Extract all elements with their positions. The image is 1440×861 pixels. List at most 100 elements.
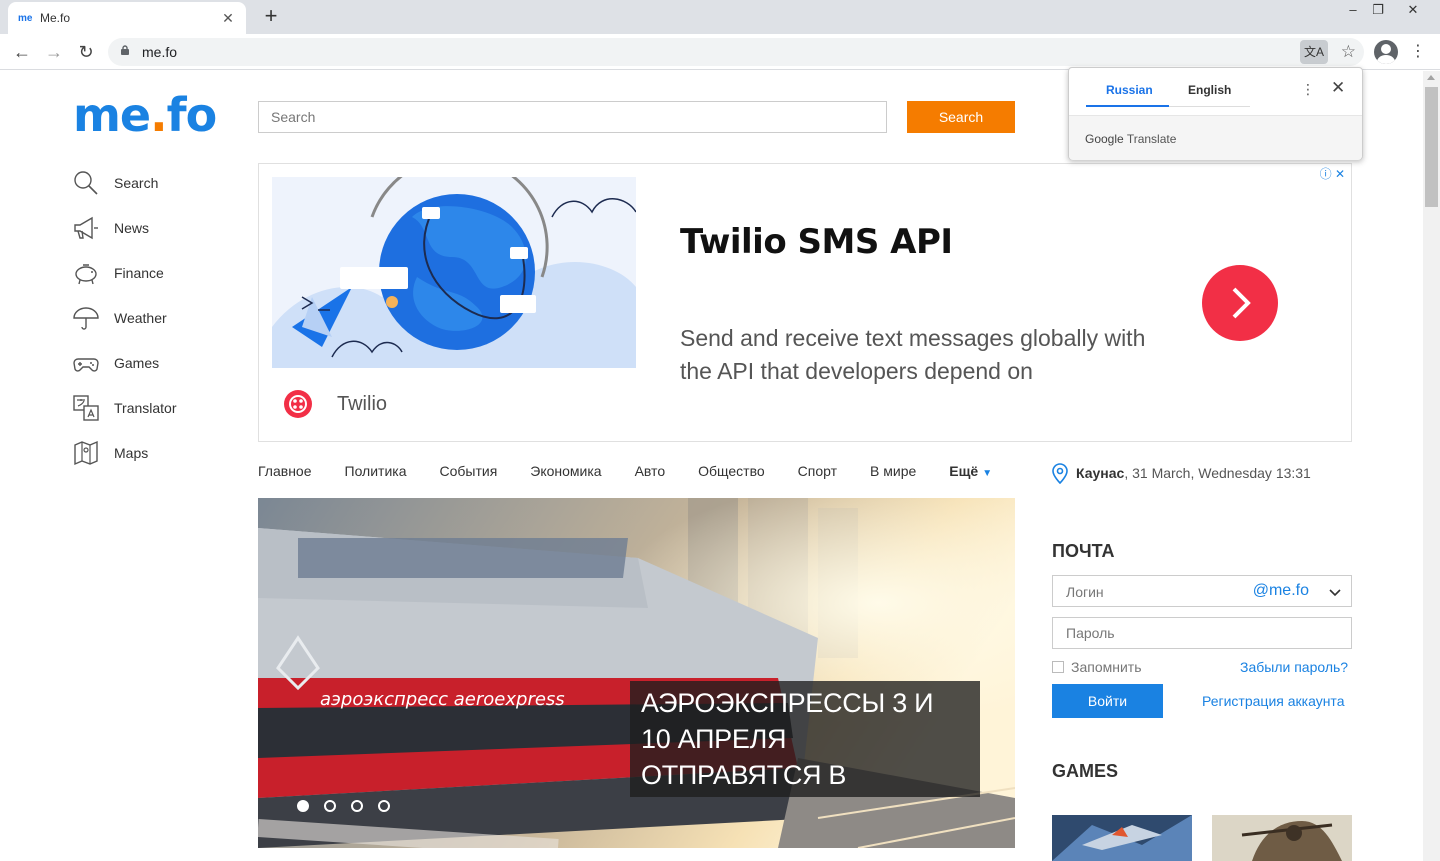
- category-more-label: Ещё: [949, 463, 979, 479]
- category-item[interactable]: Спорт: [798, 463, 837, 479]
- megaphone-icon: [74, 216, 98, 239]
- slider-dot[interactable]: [351, 800, 363, 812]
- translate-close-icon[interactable]: ✕: [1331, 78, 1345, 98]
- category-item[interactable]: Экономика: [530, 463, 601, 479]
- ad-brand-name: Twilio: [337, 393, 388, 415]
- translate-language-tabs: Russian English: [1086, 68, 1250, 107]
- chevron-right-icon: [1232, 287, 1251, 319]
- logo-text-fo: fo: [166, 88, 218, 142]
- scrollbar-thumb[interactable]: [1425, 87, 1438, 207]
- profile-avatar-icon[interactable]: [1374, 40, 1398, 64]
- search-button[interactable]: Search: [907, 101, 1015, 133]
- map-icon: [74, 440, 98, 465]
- ad-arrow-button[interactable]: [1202, 265, 1278, 341]
- category-item[interactable]: Политика: [345, 463, 407, 479]
- login-button[interactable]: Войти: [1052, 684, 1163, 718]
- mail-password-field[interactable]: [1052, 617, 1352, 649]
- address-bar[interactable]: me.fo 文A ☆: [108, 38, 1364, 66]
- brand-google: Google: [1085, 132, 1124, 146]
- bookmark-star-icon[interactable]: ☆: [1341, 40, 1356, 64]
- browser-tab[interactable]: me Me.fo ✕: [8, 2, 246, 34]
- browser-menu-icon[interactable]: ⋮: [1408, 40, 1428, 64]
- location-city[interactable]: Каунас: [1076, 465, 1124, 481]
- twilio-logo-icon: [284, 390, 312, 418]
- category-item[interactable]: Общество: [698, 463, 765, 479]
- slider-dot[interactable]: [324, 800, 336, 812]
- location-pin-icon: [1052, 463, 1068, 484]
- category-item[interactable]: События: [439, 463, 497, 479]
- ad-banner[interactable]: Twilio Twilio SMS API Send and receive t…: [258, 163, 1352, 442]
- remember-label: Запомнить: [1071, 659, 1142, 675]
- register-link[interactable]: Регистрация аккаунта: [1202, 693, 1344, 709]
- translate-icon[interactable]: 文A: [1300, 40, 1328, 64]
- forgot-password-link[interactable]: Забыли пароль?: [1240, 659, 1348, 675]
- category-item[interactable]: Авто: [635, 463, 666, 479]
- url-text: me.fo: [142, 44, 178, 60]
- news-headline[interactable]: АЭРОЭКСПРЕССЫ 3 И 10 АПРЕЛЯ ОТПРАВЯТСЯ В…: [630, 681, 980, 797]
- category-item[interactable]: В мире: [870, 463, 916, 479]
- sidebar-item-translator[interactable]: Translator: [72, 385, 177, 430]
- caret-down-icon: ▼: [982, 468, 993, 479]
- scroll-up-arrow-icon[interactable]: [1427, 75, 1435, 80]
- sidebar-item-finance[interactable]: Finance: [72, 250, 177, 295]
- login-placeholder: Логин: [1066, 584, 1104, 600]
- slider-dot[interactable]: [297, 800, 309, 812]
- logo-dot: .: [150, 88, 168, 142]
- category-item[interactable]: Главное: [258, 463, 312, 479]
- new-tab-plus-icon[interactable]: +: [260, 5, 282, 27]
- ad-title[interactable]: Twilio SMS API: [680, 222, 953, 262]
- sidebar-nav: Search News Finance Weather Games Transl…: [72, 160, 177, 475]
- tab-english[interactable]: English: [1188, 83, 1231, 97]
- search-input[interactable]: [258, 101, 887, 133]
- sidebar-item-news[interactable]: News: [72, 205, 177, 250]
- window-close-icon[interactable]: ✕: [1398, 0, 1428, 20]
- sidebar-item-label: News: [114, 219, 150, 236]
- mail-login-field[interactable]: Логин @me.fo: [1052, 575, 1352, 607]
- translate-icon: [73, 394, 99, 421]
- remember-me-checkbox[interactable]: Запомнить: [1052, 659, 1142, 675]
- checkbox-icon[interactable]: [1052, 661, 1064, 673]
- tab-title: Me.fo: [40, 11, 71, 25]
- mail-section-title: ПОЧТА: [1052, 541, 1115, 561]
- site-logo[interactable]: me.fo: [73, 88, 218, 142]
- piggy-bank-icon: [75, 263, 97, 284]
- sidebar-item-label: Search: [114, 174, 159, 191]
- active-tab-indicator: [1086, 105, 1169, 107]
- games-section-title: GAMES: [1052, 761, 1119, 781]
- translate-footer: Google Translate: [1069, 115, 1362, 160]
- tab-russian[interactable]: Russian: [1106, 83, 1153, 97]
- page-scrollbar[interactable]: [1423, 71, 1440, 861]
- slider-pagination: [297, 800, 405, 812]
- ad-description: Send and receive text messages globally …: [680, 325, 1146, 384]
- category-more-button[interactable]: Ещё ▼: [949, 463, 992, 479]
- slider-dot[interactable]: [378, 800, 390, 812]
- browser-tab-strip: me Me.fo ✕ + – ❐ ✕: [0, 0, 1440, 34]
- sidebar-item-weather[interactable]: Weather: [72, 295, 177, 340]
- tab-close-icon[interactable]: ✕: [220, 10, 236, 27]
- location-datetime: , 31 March, Wednesday 13:31: [1124, 465, 1311, 481]
- restore-icon[interactable]: ❐: [1363, 0, 1393, 20]
- tab-favicon-icon: me: [18, 12, 33, 24]
- game-thumbnail[interactable]: [1052, 815, 1192, 861]
- chevron-down-icon[interactable]: [1327, 584, 1343, 600]
- sidebar-item-maps[interactable]: Maps: [72, 430, 177, 475]
- umbrella-icon: [73, 306, 99, 330]
- back-arrow-icon[interactable]: ←: [10, 40, 34, 64]
- game-thumbnail[interactable]: [1212, 815, 1352, 861]
- train-livery-text: аэроэкспресс aeroexpress: [320, 689, 565, 710]
- sidebar-item-search[interactable]: Search: [72, 160, 177, 205]
- mail-domain-select[interactable]: @me.fo: [1253, 582, 1309, 600]
- sidebar-item-label: Maps: [114, 444, 149, 461]
- translate-options-icon[interactable]: ⋮: [1301, 81, 1315, 98]
- sidebar-item-games[interactable]: Games: [72, 340, 177, 385]
- sidebar-item-label: Translator: [114, 399, 177, 416]
- logo-text-me: me: [73, 88, 151, 142]
- sidebar-item-label: Weather: [114, 309, 167, 326]
- location-info: Каунас, 31 March, Wednesday 13:31: [1050, 462, 1311, 484]
- forward-arrow-icon[interactable]: →: [42, 40, 66, 64]
- ad-info-close-icon[interactable]: ⓘ ✕: [1320, 165, 1345, 182]
- news-slider[interactable]: аэроэкспресс aeroexpress АЭРОЭКСПРЕССЫ 3…: [258, 498, 1015, 848]
- sidebar-item-label: Games: [114, 354, 160, 371]
- search-icon: [74, 170, 98, 195]
- reload-icon[interactable]: ↻: [74, 40, 98, 64]
